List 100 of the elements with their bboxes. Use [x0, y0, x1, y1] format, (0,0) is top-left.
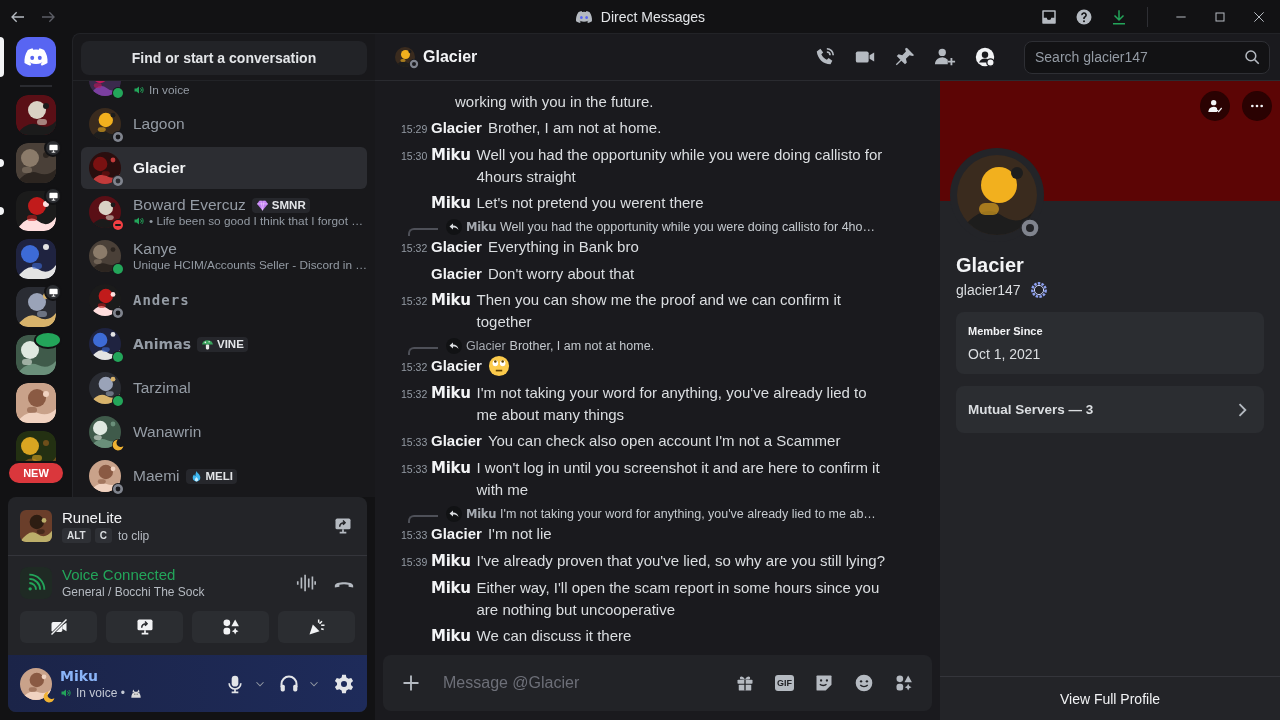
dm-list-item[interactable]: Maemi MELI [81, 455, 367, 497]
message-text: We can discuss it there [476, 626, 633, 646]
reply-preview: Well you had the opportunity while you were doing callisto for 4ho… [500, 220, 875, 234]
dm-list-item[interactable]: Animas VINE [81, 323, 367, 365]
dm-list-item[interactable]: Kanye Unique HCIM/Accounts Seller - Discord in … [81, 235, 367, 277]
dm-list-item[interactable]: Glacier [81, 147, 367, 189]
message-field[interactable]: Message @Glacier [441, 673, 715, 693]
new-badge: NEW [7, 461, 65, 485]
author-name: Miku [431, 626, 471, 647]
add-friend-icon[interactable] [934, 46, 956, 68]
reply-preview: Brother, I am not at home. [509, 339, 655, 353]
signal-icon [20, 566, 52, 599]
contact-name: Lagoon [133, 115, 185, 133]
window-title: Direct Messages [600, 8, 706, 25]
headphones-icon[interactable] [279, 673, 299, 694]
laurel-badge-icon [1028, 280, 1049, 300]
server-icon[interactable] [16, 287, 56, 327]
search-field[interactable]: Search glacier147 [1033, 45, 1243, 69]
message-text: Let's not pretend you werent there [476, 193, 705, 213]
mutual-servers-button[interactable]: Mutual Servers — 3 [956, 386, 1264, 433]
reply-author: Miku [466, 220, 497, 234]
dm-list-item[interactable]: In voice [81, 81, 367, 101]
message-text: I'm not taking your word for anything, you've already lied to me about many things [476, 383, 868, 425]
gif-button[interactable]: GIF [775, 675, 794, 691]
inbox-icon[interactable] [1040, 7, 1058, 26]
author-name: Miku [431, 290, 471, 311]
message-text: Everything in Bank bro [487, 237, 640, 257]
author-name: Glacier [431, 356, 482, 376]
camera-off-button[interactable] [20, 611, 97, 643]
apps-icon[interactable] [894, 673, 914, 693]
keyboard-key: ALT [62, 528, 91, 543]
author-name: Miku [431, 578, 471, 599]
message-text: Well you had the opportunity while you were doing callisto for 4hours straight [476, 145, 884, 187]
contact-name: Kanye [133, 240, 177, 258]
server-icon[interactable] [16, 383, 56, 423]
username: glacier147 [956, 282, 1021, 298]
friend-status-button[interactable] [1200, 91, 1230, 121]
username: Miku [60, 667, 99, 684]
reply-author: Miku [466, 507, 497, 521]
display-name: Glacier [956, 254, 1025, 277]
server-icon[interactable] [16, 431, 56, 461]
contact-name: Glacier [133, 159, 186, 177]
dm-list-item[interactable]: Wanawrin [81, 411, 367, 453]
home-button[interactable] [16, 37, 56, 77]
timestamp: 15:33 [401, 528, 429, 543]
pin-icon[interactable] [894, 46, 916, 68]
dm-list-item[interactable]: Lagoon [81, 103, 367, 145]
timestamp: 15:29 [401, 122, 429, 137]
search-bar[interactable]: Search glacier147 [1024, 40, 1270, 74]
server-icon[interactable] [16, 239, 56, 279]
chat-title: Glacier [423, 48, 478, 66]
soundboard-button[interactable] [278, 611, 355, 643]
settings-icon[interactable] [333, 672, 355, 695]
download-icon[interactable] [1110, 7, 1128, 26]
message-text: I won't log in until you screenshot it and are here to confirm it with me [476, 458, 881, 500]
screen-share-button[interactable] [106, 611, 183, 643]
search-icon [1243, 48, 1261, 66]
search-button[interactable]: Find or start a conversation [81, 41, 367, 75]
timestamp: 15:32 [401, 360, 429, 375]
mutual-servers-label: Mutual Servers — 3 [968, 402, 1094, 417]
sticker-icon[interactable] [814, 673, 834, 693]
timestamp: 15:32 [401, 241, 429, 256]
dm-list-item[interactable]: Tarzimal [81, 367, 367, 409]
user-profile-icon[interactable] [974, 46, 996, 68]
screen-share-icon[interactable] [333, 516, 353, 536]
author-name: Miku [431, 551, 471, 572]
author-name: Glacier [431, 237, 482, 257]
author-name: Glacier [431, 118, 482, 138]
timestamp: 15:33 [401, 435, 429, 450]
tag-label: SMNR [271, 199, 306, 211]
composer-bar[interactable]: Message @Glacier GIF [383, 655, 932, 711]
plus-icon[interactable] [401, 673, 421, 693]
view-profile-button[interactable]: View Full Profile [1053, 689, 1167, 708]
microphone-icon[interactable] [225, 673, 245, 694]
person-check-icon [1207, 98, 1223, 114]
timestamp: 15:32 [401, 294, 429, 309]
server-icon[interactable] [16, 191, 56, 231]
author-name: Miku [431, 383, 471, 404]
message-text: I'm not lie [487, 524, 553, 544]
contact-name: Boward Evercuz [133, 196, 246, 214]
tag-label: MELI [205, 470, 233, 482]
connection-status: Voice Connected [62, 566, 177, 583]
status-text: In voice • [76, 685, 125, 700]
reply-preview: I'm not taking your word for anything, you've already lied to me ab… [500, 507, 876, 521]
server-icon[interactable] [16, 143, 56, 183]
server-icon[interactable] [16, 95, 56, 135]
author-name: Glacier [431, 431, 482, 451]
activities-button[interactable] [192, 611, 269, 643]
timestamp: 15:30 [401, 149, 429, 164]
timestamp: 15:32 [401, 387, 429, 402]
contact-name: Tarzimal [133, 379, 191, 397]
gift-icon[interactable] [735, 673, 755, 693]
emoji-icon[interactable] [854, 673, 874, 693]
author-name: Miku [431, 145, 471, 166]
contact-name: Maemi [133, 467, 180, 485]
dm-list-item[interactable]: Anders [81, 279, 367, 321]
reply-connector [408, 514, 438, 523]
tag-label: VINE [216, 338, 244, 350]
help-icon[interactable] [1075, 7, 1093, 26]
dm-list-item[interactable]: Boward Evercuz SMNR • Life been so good I think that I forgot … [81, 191, 367, 233]
